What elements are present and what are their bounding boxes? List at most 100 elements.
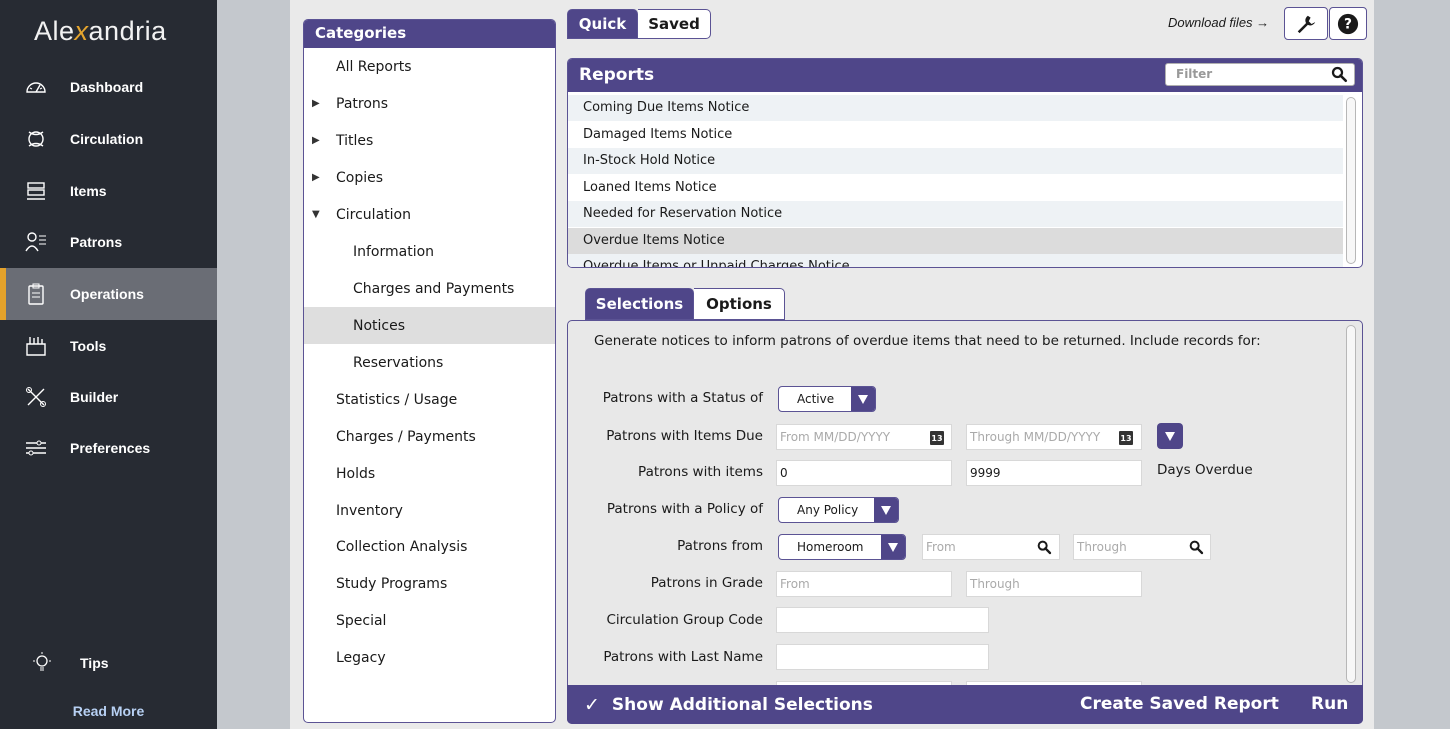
alexandria-logo[interactable]: Alexandria	[34, 16, 167, 47]
nav-item-preferences[interactable]: Preferences	[0, 423, 217, 473]
category-item[interactable]: Special	[304, 602, 555, 639]
tab-selections[interactable]: Selections	[585, 288, 694, 320]
category-item[interactable]: Reservations	[304, 344, 555, 381]
report-row[interactable]: Overdue Items or Unpaid Charges Notice	[568, 254, 1343, 267]
triangle-down-icon[interactable]: ▼	[312, 209, 320, 220]
tips-label: Tips	[80, 655, 109, 671]
items-due-from-field[interactable]: From MM/DD/YYYY	[776, 424, 952, 450]
calendar-icon[interactable]: 13	[930, 431, 944, 445]
grade-from-field[interactable]: From	[776, 571, 952, 597]
items-due-through-field[interactable]: Through MM/DD/YYYY	[966, 424, 1142, 450]
create-saved-report-button[interactable]: Create Saved Report	[1080, 694, 1279, 714]
with-items-label: Patrons with items	[638, 464, 763, 480]
category-label: Titles	[336, 132, 374, 149]
nav-item-items[interactable]: Items	[0, 166, 217, 216]
last-name-field[interactable]	[776, 644, 989, 670]
checkmark-icon: ✓	[584, 694, 600, 716]
category-label: Notices	[353, 317, 406, 334]
wrench-button[interactable]	[1284, 7, 1328, 40]
preferences-icon	[24, 436, 48, 460]
category-item[interactable]: Notices	[304, 307, 555, 344]
grade-through-placeholder: Through	[970, 577, 1020, 591]
tab-options[interactable]: Options	[694, 288, 785, 320]
nav-label: Preferences	[70, 440, 151, 456]
status-label: Patrons with a Status of	[602, 390, 763, 406]
filter-input[interactable]: Filter	[1165, 63, 1355, 86]
category-item[interactable]: ▶ Patrons	[304, 85, 555, 122]
with-items-from-field[interactable]: 0	[776, 460, 952, 486]
nav-label: Builder	[70, 389, 119, 405]
policy-select[interactable]: Any Policy	[778, 497, 899, 523]
reports-scrollbar[interactable]	[1346, 97, 1356, 264]
patrons-from-select[interactable]: Homeroom	[778, 534, 906, 560]
report-row[interactable]: Loaned Items Notice	[568, 175, 1343, 201]
with-items-to-field[interactable]: 9999	[966, 460, 1142, 486]
search-icon[interactable]	[1188, 539, 1204, 555]
category-item[interactable]: Information	[304, 233, 555, 270]
report-row[interactable]: Needed for Reservation Notice	[568, 201, 1343, 227]
nav-item-operations[interactable]: Operations	[0, 268, 217, 320]
category-item[interactable]: Charges and Payments	[304, 270, 555, 307]
tips-item[interactable]: Tips	[0, 640, 217, 686]
category-item[interactable]: Charges / Payments	[304, 418, 555, 455]
selections-description: Generate notices to inform patrons of ov…	[594, 333, 1261, 349]
category-item[interactable]: Holds	[304, 455, 555, 492]
category-label: Collection Analysis	[336, 538, 468, 555]
search-icon	[1331, 66, 1348, 83]
category-label: Holds	[336, 465, 376, 482]
category-label: Legacy	[336, 649, 386, 666]
report-row[interactable]: Overdue Items Notice	[568, 227, 1343, 254]
tab-saved[interactable]: Saved	[638, 9, 711, 39]
group-code-field[interactable]	[776, 607, 989, 633]
nav-item-tools[interactable]: Tools	[0, 321, 217, 371]
reports-header: Reports Filter	[568, 59, 1362, 92]
grade-through-field[interactable]: Through	[966, 571, 1142, 597]
policy-label: Patrons with a Policy of	[606, 501, 763, 517]
run-button[interactable]: Run	[1311, 694, 1348, 714]
help-icon: ?	[1337, 13, 1359, 34]
nav-item-patrons[interactable]: Patrons	[0, 217, 217, 267]
circulation-icon	[24, 127, 48, 151]
download-files-label: Download files →	[1168, 15, 1270, 30]
status-select[interactable]: Active	[778, 386, 876, 412]
category-label: Information	[353, 243, 435, 260]
report-row[interactable]: Damaged Items Notice	[568, 122, 1343, 148]
calendar-icon[interactable]: 13	[1119, 431, 1133, 445]
report-row[interactable]: In-Stock Hold Notice	[568, 148, 1343, 174]
tab-quick[interactable]: Quick	[567, 9, 638, 39]
category-label: Reservations	[353, 354, 444, 371]
category-label: All Reports	[336, 58, 412, 75]
nav-item-builder[interactable]: Builder	[0, 372, 217, 422]
read-more-link[interactable]: Read More	[0, 703, 217, 719]
category-item[interactable]: Study Programs	[304, 565, 555, 602]
category-item[interactable]: Statistics / Usage	[304, 381, 555, 418]
category-item[interactable]: Legacy	[304, 639, 555, 676]
wrench-icon	[1297, 15, 1316, 33]
category-item[interactable]: All Reports	[304, 48, 555, 85]
category-item[interactable]: Inventory	[304, 492, 555, 529]
items-due-dropdown-button[interactable]	[1157, 423, 1183, 449]
selections-footer: ✓ Show Additional Selections Create Save…	[567, 685, 1363, 724]
group-code-label: Circulation Group Code	[606, 612, 763, 628]
search-icon[interactable]	[1036, 539, 1052, 555]
help-button[interactable]: ?	[1329, 7, 1367, 40]
category-label: Statistics / Usage	[336, 391, 458, 408]
category-item[interactable]: ▶ Copies	[304, 159, 555, 196]
category-item[interactable]: ▼ Circulation	[304, 196, 555, 233]
triangle-right-icon[interactable]: ▶	[312, 135, 320, 146]
triangle-right-icon[interactable]: ▶	[312, 172, 320, 183]
nav-item-circulation[interactable]: Circulation	[0, 114, 217, 164]
tools-icon	[24, 334, 48, 358]
nav-item-dashboard[interactable]: Dashboard	[0, 62, 217, 112]
from-placeholder: From	[926, 540, 956, 554]
triangle-right-icon[interactable]: ▶	[312, 98, 320, 109]
category-item[interactable]: Collection Analysis	[304, 528, 555, 565]
category-label: Special	[336, 612, 387, 629]
selections-scrollbar[interactable]	[1346, 325, 1356, 683]
show-additional-selections-toggle[interactable]: ✓ Show Additional Selections	[584, 694, 873, 716]
items-due-from-placeholder: From MM/DD/YYYY	[780, 430, 891, 444]
days-overdue-label: Days Overdue	[1157, 462, 1253, 478]
report-row[interactable]: Coming Due Items Notice	[568, 95, 1343, 121]
category-item[interactable]: ▶ Titles	[304, 122, 555, 159]
nav-label: Tools	[70, 338, 107, 354]
